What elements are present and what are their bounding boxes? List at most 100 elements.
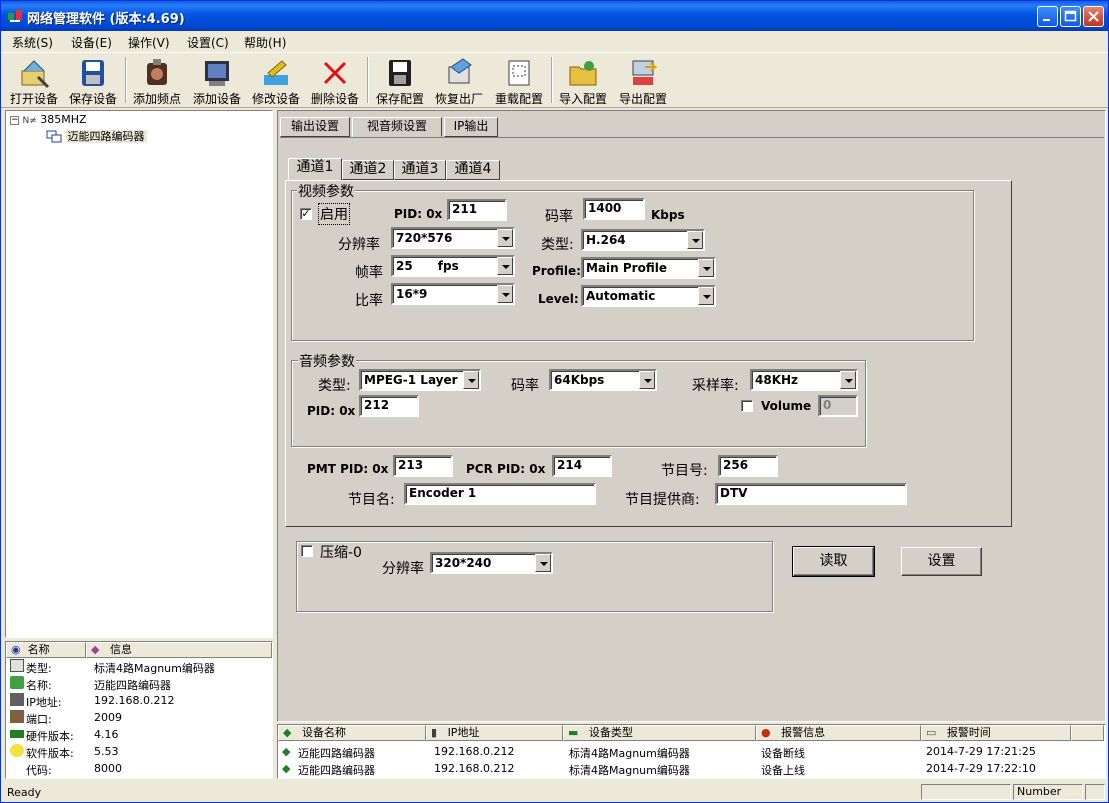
export-config-icon [632, 60, 658, 85]
info-header-name[interactable]: ◉ 名称 [6, 642, 86, 658]
log-row[interactable]: ◆ 迈能四路编码器 192.168.0.212 标清4路Magnum编码器 设备断线 2… [280, 743, 1102, 760]
maximize-button[interactable] [1060, 6, 1081, 27]
program-name-field[interactable]: Encoder 1 [404, 483, 596, 505]
read-button[interactable]: 读取 [792, 546, 875, 577]
volume-checkbox[interactable] [741, 400, 753, 412]
video-bitrate-field[interactable]: 1400 [583, 198, 645, 220]
audio-bitrate-label: 码率 [511, 378, 539, 394]
chevron-down-icon[interactable] [497, 285, 513, 303]
reload-config-button[interactable]: 重载配置 [491, 55, 547, 107]
tree-node-device[interactable]: 迈能四路编码器 [46, 128, 147, 144]
profile-select[interactable]: Main Profile [581, 257, 716, 279]
title-bar[interactable]: 网络管理软件 (版本:4.69) [1, 1, 1108, 31]
menu-settings[interactable]: 设置(C) [187, 34, 229, 51]
tree-node-root[interactable]: − N≠ 385MHZ [10, 113, 87, 126]
add-frequency-button[interactable]: 添加频点 [129, 55, 185, 107]
samplerate-select[interactable]: 48KHz [750, 369, 858, 391]
tab-av-settings[interactable]: 视音频设置 [352, 117, 442, 137]
compression-resolution-select[interactable]: 320*240 [430, 552, 553, 574]
save-config-button[interactable]: 保存配置 [372, 55, 428, 107]
log-header-alarm-time[interactable]: ▭ 报警时间 [921, 725, 1071, 741]
log-header-alarm-info[interactable]: ● 报警信息 [756, 725, 921, 741]
add-device-button[interactable]: 添加设备 [189, 55, 245, 107]
info-row: 软件版本: 5.53 [8, 743, 270, 760]
device-type-icon: ▬ [568, 726, 579, 739]
log-header-filler [1071, 725, 1104, 741]
level-select[interactable]: Automatic [581, 285, 716, 307]
chevron-down-icon[interactable] [687, 231, 703, 249]
minimize-button[interactable] [1037, 6, 1058, 27]
pcr-pid-field[interactable]: 214 [552, 455, 612, 477]
provider-label: 节目提供商: [625, 492, 700, 508]
log-header-ip[interactable]: ▮ IP地址 [426, 725, 563, 741]
compression-label: 压缩-0 [320, 545, 362, 561]
menu-operate[interactable]: 操作(V) [128, 34, 170, 51]
chevron-down-icon[interactable] [639, 371, 655, 389]
menu-help[interactable]: 帮助(H) [244, 34, 286, 51]
chevron-down-icon[interactable] [840, 371, 856, 389]
port-icon [10, 710, 24, 723]
import-config-button[interactable]: 导入配置 [555, 55, 611, 107]
program-number-field[interactable]: 256 [718, 455, 778, 477]
tab-channel-2[interactable]: 通道2 [342, 160, 394, 180]
delete-device-button[interactable]: 删除设备 [307, 55, 363, 107]
chevron-down-icon[interactable] [497, 229, 513, 247]
save-device-button[interactable]: 保存设备 [65, 55, 121, 107]
status-text: Ready [7, 786, 42, 799]
log-header-device-name[interactable]: ◆ 设备名称 [278, 725, 426, 741]
chevron-down-icon[interactable] [698, 287, 714, 305]
compression-checkbox[interactable] [301, 545, 313, 557]
tab-channel-4[interactable]: 通道4 [446, 160, 500, 180]
chevron-down-icon[interactable] [698, 259, 714, 277]
pmt-pid-label: PMT PID: 0x [307, 462, 389, 476]
chevron-down-icon[interactable] [497, 257, 513, 275]
set-button[interactable]: 设置 [901, 547, 982, 576]
menu-system[interactable]: 系统(S) [12, 34, 53, 51]
profile-label: Profile: [532, 264, 581, 278]
modify-device-button[interactable]: 修改设备 [248, 55, 304, 107]
video-bitrate-label: 码率 [545, 209, 573, 225]
close-button[interactable] [1083, 6, 1104, 27]
factory-reset-icon [448, 58, 472, 84]
video-bitrate-unit: Kbps [651, 208, 685, 222]
video-type-select[interactable]: H.264 [581, 229, 705, 251]
add-device-icon [205, 61, 229, 86]
framerate-select[interactable]: 25 fps [391, 255, 515, 277]
audio-type-select[interactable]: MPEG-1 Layer [359, 369, 481, 391]
tab-channel-1[interactable]: 通道1 [288, 158, 342, 182]
name-icon [10, 676, 24, 689]
chevron-down-icon[interactable] [535, 554, 551, 572]
log-row[interactable]: ◆ 迈能四路编码器 192.168.0.212 标清4路Magnum编码器 设备上线 2… [280, 760, 1102, 777]
info-header-info[interactable]: ◆ 信息 [86, 642, 272, 658]
provider-field[interactable]: DTV [715, 483, 907, 505]
volume-field[interactable]: 0 [818, 395, 858, 417]
channel-panel: 视频参数 ✓ 启用 PID: 0x 211 码率 1400 Kbps 分辨率 7… [285, 180, 1012, 527]
log-header-device-type[interactable]: ▬ 设备类型 [563, 725, 756, 741]
modify-device-icon [264, 60, 288, 85]
device-info-panel: ◉ 名称 ◆ 信息 类型: 标清4路Magnum编码器 名称: 迈能四路编码器 IP… [5, 641, 273, 779]
status-pane-grip [1085, 784, 1105, 800]
status-number: Number [1013, 784, 1083, 800]
audio-bitrate-select[interactable]: 64Kbps [549, 369, 657, 391]
device-tree: − N≠ 385MHZ 迈能四路编码器 [5, 110, 273, 638]
device-icon: ◆ [282, 745, 291, 758]
pmt-pid-field[interactable]: 213 [393, 455, 453, 477]
info-row: 硬件版本: 4.16 [8, 726, 270, 743]
samplerate-label: 采样率: [692, 378, 739, 394]
export-config-button[interactable]: 导出配置 [615, 55, 671, 107]
tab-ip-output[interactable]: IP输出 [444, 117, 498, 137]
resolution-select[interactable]: 720*576 [391, 227, 515, 249]
program-number-label: 节目号: [661, 463, 708, 479]
enable-checkbox[interactable]: ✓ [300, 208, 312, 220]
enable-label: 启用 [318, 203, 350, 225]
chevron-down-icon[interactable] [463, 371, 479, 389]
factory-reset-button[interactable]: 恢复出厂 [431, 55, 487, 107]
open-device-button[interactable]: 打开设备 [6, 55, 62, 107]
audio-pid-field[interactable]: 212 [359, 395, 419, 417]
aspect-select[interactable]: 16*9 [391, 283, 515, 305]
menu-device[interactable]: 设备(E) [71, 34, 112, 51]
tab-output-settings[interactable]: 输出设置 [280, 117, 350, 137]
tab-channel-3[interactable]: 通道3 [394, 160, 446, 180]
program-name-label: 节目名: [348, 492, 395, 508]
video-pid-field[interactable]: 211 [447, 199, 507, 221]
